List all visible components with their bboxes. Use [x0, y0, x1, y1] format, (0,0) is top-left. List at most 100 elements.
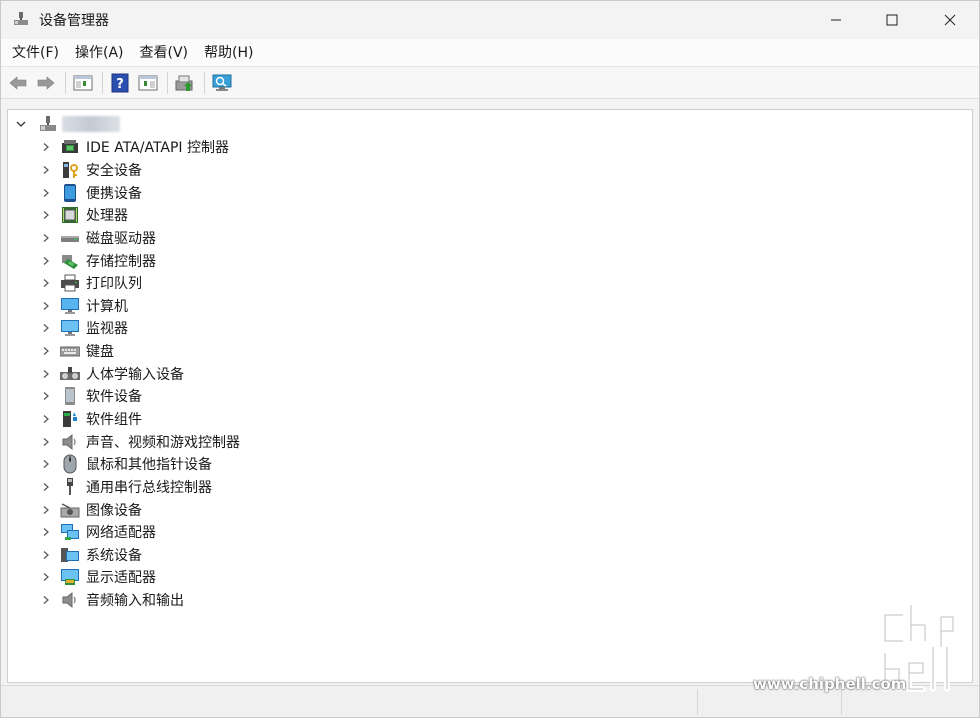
tree-node-label: 监视器 [86, 321, 128, 338]
tree-node-mouse[interactable]: 鼠标和其他指针设备 [8, 453, 972, 476]
title-bar: 设备管理器 [1, 1, 979, 39]
tree-node-hid[interactable]: 人体学输入设备 [8, 362, 972, 385]
tree-node-printer[interactable]: 打印队列 [8, 272, 972, 295]
scan-hardware-button[interactable] [209, 70, 235, 96]
status-pane-divider [841, 689, 842, 715]
monitor-icon [60, 318, 80, 338]
tree-node-display-adapter[interactable]: 显示适配器 [8, 566, 972, 589]
tree-node-label: 计算机 [86, 298, 128, 315]
minimize-icon [831, 19, 841, 21]
show-action-pane-button[interactable] [135, 70, 161, 96]
show-hide-console-tree-button[interactable] [70, 70, 96, 96]
menu-help[interactable]: 帮助(H) [197, 41, 260, 65]
maximize-button[interactable] [863, 1, 921, 39]
expand-chevron-icon[interactable] [38, 411, 54, 427]
tree-node-label: 系统设备 [86, 547, 142, 564]
tree-node-label: 音频输入和输出 [86, 593, 184, 610]
tree-node-label: 存储控制器 [86, 253, 156, 270]
svg-text:?: ? [116, 77, 124, 92]
expand-chevron-icon[interactable] [38, 569, 54, 585]
tree-node-ide-controller[interactable]: IDE ATA/ATAPI 控制器 [8, 136, 972, 159]
tree-node-label: 软件设备 [86, 389, 142, 406]
device-manager-icon [14, 12, 28, 25]
update-driver-icon [175, 75, 193, 91]
tree-node-label: 打印队列 [86, 276, 142, 293]
device-category-list: IDE ATA/ATAPI 控制器安全设备便携设备处理器磁盘驱动器存储控制器打印… [8, 136, 972, 611]
expand-chevron-icon[interactable] [38, 298, 54, 314]
mouse-icon [60, 454, 80, 474]
collapse-chevron-icon[interactable] [12, 115, 30, 133]
maximize-icon [886, 14, 898, 26]
tree-node-security-device[interactable]: 安全设备 [8, 159, 972, 182]
tree-node-label: 人体学输入设备 [86, 366, 184, 383]
toolbar-separator [65, 71, 66, 94]
expand-chevron-icon[interactable] [38, 230, 54, 246]
expand-chevron-icon[interactable] [38, 592, 54, 608]
expand-chevron-icon[interactable] [38, 524, 54, 540]
tree-node-monitor[interactable]: 监视器 [8, 317, 972, 340]
tree-node-label: 声音、视频和游戏控制器 [86, 434, 240, 451]
expand-chevron-icon[interactable] [38, 185, 54, 201]
help-button[interactable]: ? [107, 70, 133, 96]
menu-view[interactable]: 查看(V) [133, 41, 196, 65]
tree-node-keyboard[interactable]: 键盘 [8, 340, 972, 363]
status-bar [1, 685, 979, 717]
tree-node-sound[interactable]: 声音、视频和游戏控制器 [8, 430, 972, 453]
menu-file[interactable]: 文件(F) [5, 41, 66, 65]
computer-root-icon [40, 116, 56, 131]
computer-icon [60, 296, 80, 316]
close-button[interactable] [921, 1, 979, 39]
tree-node-network-adapter[interactable]: 网络适配器 [8, 521, 972, 544]
expand-chevron-icon[interactable] [38, 253, 54, 269]
expand-chevron-icon[interactable] [38, 456, 54, 472]
expand-chevron-icon[interactable] [38, 547, 54, 563]
expand-chevron-icon[interactable] [38, 275, 54, 291]
ide-controller-icon [60, 137, 80, 157]
processor-icon [60, 205, 80, 225]
tree-node-processor[interactable]: 处理器 [8, 204, 972, 227]
tree-node-label: 安全设备 [86, 162, 142, 179]
tree-node-label: 软件组件 [86, 412, 142, 428]
expand-chevron-icon[interactable] [38, 343, 54, 359]
expand-chevron-icon[interactable] [38, 502, 54, 518]
tree-node-imaging-device[interactable]: 图像设备 [8, 498, 972, 521]
security-device-icon [60, 160, 80, 180]
tree-node-label: 处理器 [86, 208, 128, 225]
expand-chevron-icon[interactable] [38, 366, 54, 382]
tree-node-label: 网络适配器 [86, 525, 156, 542]
expand-chevron-icon[interactable] [38, 388, 54, 404]
tree-node-software-device[interactable]: 软件设备 [8, 385, 972, 408]
forward-arrow-icon [37, 75, 55, 90]
tree-root-computer[interactable] [12, 113, 120, 135]
tree-node-storage-controller[interactable]: 存储控制器 [8, 249, 972, 272]
tree-node-portable-device[interactable]: 便携设备 [8, 181, 972, 204]
device-tree[interactable]: IDE ATA/ATAPI 控制器安全设备便携设备处理器磁盘驱动器存储控制器打印… [7, 109, 973, 683]
close-icon [944, 14, 956, 26]
tree-node-label: 通用串行总线控制器 [86, 479, 212, 496]
menu-action[interactable]: 操作(A) [68, 41, 131, 65]
tree-node-computer[interactable]: 计算机 [8, 294, 972, 317]
expand-chevron-icon[interactable] [38, 162, 54, 178]
expand-chevron-icon[interactable] [38, 139, 54, 155]
forward-button[interactable] [33, 70, 59, 96]
tree-node-disk-drive[interactable]: 磁盘驱动器 [8, 227, 972, 250]
expand-chevron-icon[interactable] [38, 479, 54, 495]
tree-node-usb[interactable]: 通用串行总线控制器 [8, 476, 972, 499]
menu-bar: 文件(F) 操作(A) 查看(V) 帮助(H) [1, 39, 979, 67]
back-button[interactable] [5, 70, 31, 96]
toolbar: ? [1, 67, 979, 99]
show-action-pane-icon [138, 75, 158, 90]
tree-node-audio-io[interactable]: 音频输入和输出 [8, 589, 972, 612]
update-driver-button[interactable] [172, 70, 198, 96]
expand-chevron-icon[interactable] [38, 207, 54, 223]
tree-node-system-device[interactable]: 系统设备 [8, 544, 972, 567]
usb-icon [60, 477, 80, 497]
expand-chevron-icon[interactable] [38, 434, 54, 450]
expand-chevron-icon[interactable] [38, 320, 54, 336]
minimize-button[interactable] [807, 1, 865, 39]
tree-node-label: 磁盘驱动器 [86, 230, 156, 247]
disk-drive-icon [60, 228, 80, 248]
device-manager-window: 设备管理器 文件(F) 操作(A) 查看(V) 帮助(H) ? IDE ATA/… [0, 0, 980, 718]
toolbar-separator [204, 71, 205, 94]
tree-node-software-component[interactable]: 软件组件 [8, 408, 972, 431]
